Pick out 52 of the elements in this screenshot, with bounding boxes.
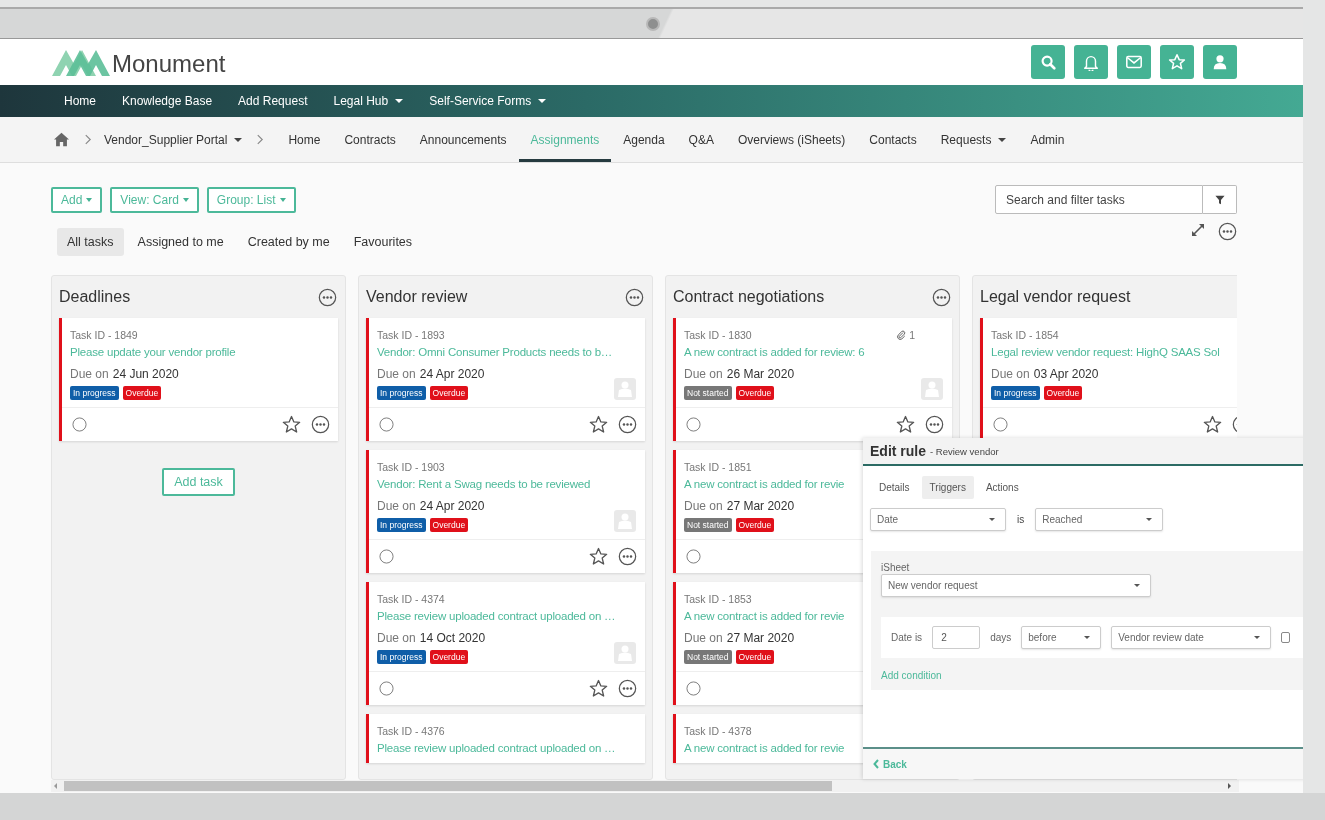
due-date: 27 Mar 2020 (726, 631, 795, 645)
task-id: Task ID - 1851 (684, 461, 752, 473)
field-label: iSheet (881, 562, 911, 573)
due-date: 03 Apr 2020 (1033, 367, 1099, 381)
status-tag: In progress (70, 386, 119, 400)
status-tag: Overdue (735, 650, 775, 664)
operator-label: is (1016, 514, 1026, 525)
status-tag: Overdue (429, 650, 469, 664)
logo-text: Monument (112, 50, 226, 78)
task-id: Task ID - 4378 (684, 725, 752, 737)
task-id: Task ID - 1830 (684, 329, 752, 341)
task-id: Task ID - 1903 (377, 461, 445, 473)
due-label: Due on (684, 367, 723, 381)
status-tag: Overdue (122, 386, 162, 400)
task-id: Task ID - 1853 (684, 593, 752, 605)
status-tag: In progress (377, 518, 426, 532)
task-id: Task ID - 4376 (377, 725, 445, 737)
status-tag: In progress (991, 386, 1040, 400)
status-tag: Overdue (1043, 386, 1083, 400)
due-label: Due on (70, 367, 109, 381)
due-date: 24 Jun 2020 (112, 367, 179, 381)
task-id: Task ID - 1893 (377, 329, 445, 341)
status-tag: Overdue (735, 518, 775, 532)
status-tag: In progress (377, 386, 426, 400)
attachment-count: 1 (909, 329, 915, 341)
due-date: 24 Apr 2020 (419, 367, 485, 381)
due-date: 26 Mar 2020 (726, 367, 795, 381)
status-tag: Overdue (429, 386, 469, 400)
due-date: 24 Apr 2020 (419, 499, 485, 513)
status-tag: Overdue (735, 386, 775, 400)
due-label: Due on (684, 631, 723, 645)
due-label: Due on (377, 631, 416, 645)
column-title: Vendor review (366, 288, 468, 306)
status-tag: In progress (377, 650, 426, 664)
column-title: Contract negotiations (673, 288, 825, 306)
status-tag: Overdue (429, 518, 469, 532)
column-title: Deadlines (59, 288, 131, 306)
status-tag: Not started (684, 518, 732, 532)
due-label: Due on (991, 367, 1030, 381)
condition-label: Date is (891, 632, 923, 643)
due-date: 14 Oct 2020 (419, 631, 486, 645)
task-id: Task ID - 1849 (70, 329, 138, 341)
task-id: Task ID - 1854 (991, 329, 1059, 341)
unit-label: days (990, 632, 1012, 643)
status-tag: Not started (684, 386, 732, 400)
task-id: Task ID - 4374 (377, 593, 445, 605)
due-label: Due on (684, 499, 723, 513)
due-date: 27 Mar 2020 (726, 499, 795, 513)
column-title: Legal vendor request (980, 288, 1131, 306)
due-label: Due on (377, 367, 416, 381)
due-label: Due on (377, 499, 416, 513)
status-tag: Not started (684, 650, 732, 664)
